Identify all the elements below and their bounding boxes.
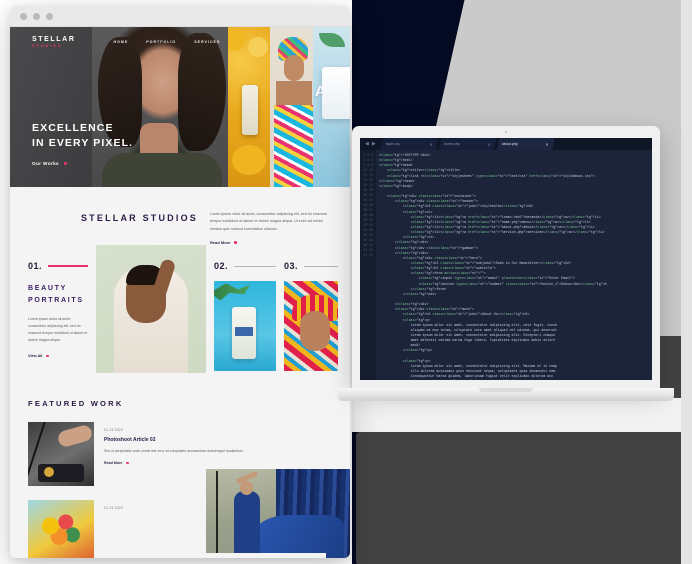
laptop-notch xyxy=(479,388,533,392)
category-column-03: 03. xyxy=(284,261,350,373)
hero-tile-cosmetic xyxy=(228,27,270,187)
category-columns: 01. BEAUTY PORTRAITS Lorem ipsum dolor s… xyxy=(10,245,350,374)
screenshot-stage: STELLAR STUDIOS HOME PORTFOLIO SERVICES … xyxy=(0,0,692,564)
hero-tile-sale: ALE xyxy=(313,27,350,187)
category-title-line2: PORTRAITS xyxy=(28,297,84,305)
logo-primary-text: STELLAR xyxy=(32,36,76,43)
intro-heading: STELLAR STUDIOS xyxy=(80,213,198,223)
chevron-left-icon[interactable]: ◀ xyxy=(365,141,369,147)
editor-tab-home-php[interactable]: home.php ✕ xyxy=(438,138,497,150)
intro-read-more-link[interactable]: Read More xyxy=(210,240,334,245)
category-view-all-link[interactable]: View All xyxy=(28,354,88,358)
editor-code-area[interactable]: <class="tg">!DOCTYPE html> <class="tg">h… xyxy=(376,150,652,380)
editor-tab-label: about.php xyxy=(501,142,518,146)
featured-article-thumbnail xyxy=(28,500,94,558)
hero-copy: EXCELLENCE IN EVERY PIXEL. Our Works xyxy=(32,121,133,166)
dot-icon xyxy=(234,241,238,245)
nav-item-portfolio[interactable]: PORTFOLIO xyxy=(146,40,176,44)
editor-body: 1 2 3 4 5 6 7 8 9 10 11 12 13 14 15 16 1… xyxy=(360,150,652,380)
hero-tile-fashion xyxy=(270,27,313,187)
featured-article-excerpt: Sed ut perspiciatis unde omnis iste erro… xyxy=(104,449,244,454)
featured-article-read-more-link[interactable]: Read More xyxy=(104,461,342,465)
maximize-icon[interactable] xyxy=(46,12,53,20)
laptop-base xyxy=(338,388,674,401)
hero-cta-link[interactable]: Our Works xyxy=(32,161,133,166)
category-number: 03. xyxy=(284,261,299,272)
editor-tab-about-php[interactable]: about.php ✕ xyxy=(496,138,555,150)
laptop-screen: ◀ ▶ style.css ✕ home.php ✕ about.php ✕ 1… xyxy=(360,138,652,380)
featured-large-photo-caption: 01.23.2022 Photoshoot Article 01 xyxy=(206,553,326,558)
browser-titlebar xyxy=(10,6,350,27)
editor-tab-label: home.php xyxy=(443,142,460,146)
category-image-product xyxy=(214,281,276,372)
laptop-lid: ◀ ▶ style.css ✕ home.php ✕ about.php ✕ 1… xyxy=(352,126,660,388)
editor-tab-label: style.css xyxy=(385,142,400,146)
editor-tabbar: ◀ ▶ style.css ✕ home.php ✕ about.php ✕ xyxy=(360,138,652,150)
logo-secondary-text: STUDIOS xyxy=(32,43,63,48)
site-navbar: STELLAR STUDIOS HOME PORTFOLIO SERVICES xyxy=(10,27,228,57)
featured-work-heading: FEATURED WORK xyxy=(28,399,124,409)
browser-window: STELLAR STUDIOS HOME PORTFOLIO SERVICES … xyxy=(10,6,350,558)
nav-links: HOME PORTFOLIO SERVICES xyxy=(113,40,220,44)
intro-read-more-label: Read More xyxy=(210,240,231,246)
close-icon[interactable]: ✕ xyxy=(429,142,432,147)
nav-item-services[interactable]: SERVICES xyxy=(194,40,220,44)
tab-scroll-arrows[interactable]: ◀ ▶ xyxy=(360,138,381,150)
divider xyxy=(48,265,88,268)
intro-body: Lorem ipsum dolor sit amet, consectetur … xyxy=(210,211,350,245)
close-icon[interactable] xyxy=(20,12,27,20)
featured-large-photo xyxy=(206,469,350,558)
featured-article-date: 01.23.2022 xyxy=(104,428,123,433)
category-number: 01. xyxy=(28,261,43,272)
hero-left-panel: STELLAR STUDIOS HOME PORTFOLIO SERVICES … xyxy=(10,27,228,187)
hero-section: STELLAR STUDIOS HOME PORTFOLIO SERVICES … xyxy=(10,27,350,187)
featured-read-more-label: Read More xyxy=(104,461,123,466)
category-column-01: 01. BEAUTY PORTRAITS Lorem ipsum dolor s… xyxy=(10,261,88,373)
category-image-beauty xyxy=(96,245,206,374)
hero-headline-line1: EXCELLENCE xyxy=(32,122,114,134)
dot-icon xyxy=(126,461,129,465)
divider xyxy=(304,265,338,267)
minimize-icon[interactable] xyxy=(33,12,40,20)
category-paragraph: Lorem ipsum dolor sit amet, consectetur … xyxy=(28,317,88,342)
category-number-row: 03. xyxy=(284,261,338,271)
webcam-icon xyxy=(505,131,507,133)
site-logo[interactable]: STELLAR STUDIOS xyxy=(32,36,75,48)
hero-cta-label: Our Works xyxy=(32,161,59,167)
category-number: 02. xyxy=(214,261,229,272)
category-number-row: 01. xyxy=(28,261,88,271)
close-icon[interactable]: ✕ xyxy=(487,142,490,147)
editor-line-numbers: 1 2 3 4 5 6 7 8 9 10 11 12 13 14 15 16 1… xyxy=(360,150,376,380)
category-image-culture xyxy=(284,281,338,372)
intro-paragraph: Lorem ipsum dolor sit amet, consectetur … xyxy=(210,212,327,231)
dot-icon xyxy=(64,162,67,166)
background-right-edge xyxy=(681,0,692,564)
category-view-all-label: View All xyxy=(28,354,43,358)
category-title-line1: BEAUTY xyxy=(28,285,67,293)
background-white-strip xyxy=(352,398,692,432)
divider xyxy=(234,265,276,267)
featured-article-title[interactable]: Photoshoot Article 02 xyxy=(104,437,342,443)
chevron-right-icon[interactable]: ▶ xyxy=(372,141,376,147)
dot-icon xyxy=(46,354,49,358)
featured-article-thumbnail xyxy=(28,422,94,487)
laptop-mockup: ◀ ▶ style.css ✕ home.php ✕ about.php ✕ 1… xyxy=(338,126,674,402)
close-icon[interactable]: ✕ xyxy=(545,142,548,147)
nav-item-home[interactable]: HOME xyxy=(113,40,128,44)
category-number-row: 02. xyxy=(214,261,276,271)
background-dark-block xyxy=(356,432,692,564)
browser-viewport: STELLAR STUDIOS HOME PORTFOLIO SERVICES … xyxy=(10,27,350,558)
hero-headline-line2: IN EVERY PIXEL. xyxy=(32,137,134,150)
editor-tab-style-css[interactable]: style.css ✕ xyxy=(380,138,439,150)
category-column-02: 02. xyxy=(214,261,276,373)
